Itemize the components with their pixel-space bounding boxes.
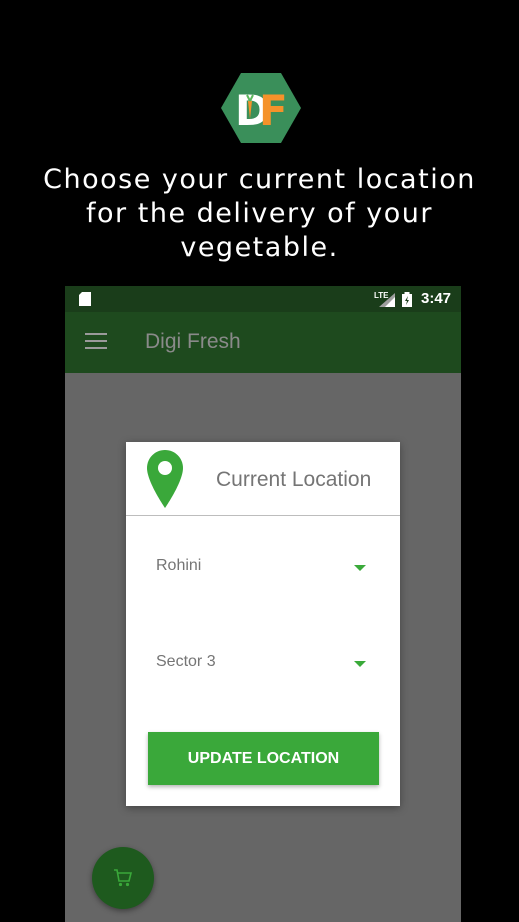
shopping-cart-icon [114,869,133,887]
area-dropdown[interactable]: Rohini [156,551,366,581]
app-logo: D F [221,73,301,143]
dialog-header: Current Location [126,442,400,516]
signal-icon [379,293,395,307]
hamburger-icon[interactable] [85,333,107,351]
headline-line-2: for the delivery of your [86,198,433,229]
cart-fab[interactable] [92,847,154,909]
dialog-title: Current Location [216,468,372,491]
app-bar: Digi Fresh [65,312,461,373]
headline-line-1: Choose your current location [43,164,476,195]
app-title: Digi Fresh [145,330,241,353]
location-pin-icon [147,450,183,508]
update-location-button[interactable]: UPDATE LOCATION [148,732,379,785]
status-time: 3:47 [421,290,452,307]
sector-dropdown-value: Sector 3 [156,653,216,670]
sd-card-icon [79,292,91,306]
battery-charging-icon [402,292,412,307]
area-dropdown-value: Rohini [156,557,202,574]
dropdown-arrow-icon [354,565,366,571]
location-dialog: Current Location Rohini Sector 3 UPDATE … [126,442,400,806]
dropdown-arrow-icon [354,661,366,667]
status-bar: LTE 3:47 [65,286,461,312]
svg-text:F: F [259,86,288,135]
headline-line-3: vegetable. [180,232,339,263]
sector-dropdown[interactable]: Sector 3 [156,647,366,677]
instruction-headline: Choose your current location for the del… [0,163,519,265]
phone-screen: LTE 3:47 Digi Fresh Current Location Roh… [65,286,461,922]
